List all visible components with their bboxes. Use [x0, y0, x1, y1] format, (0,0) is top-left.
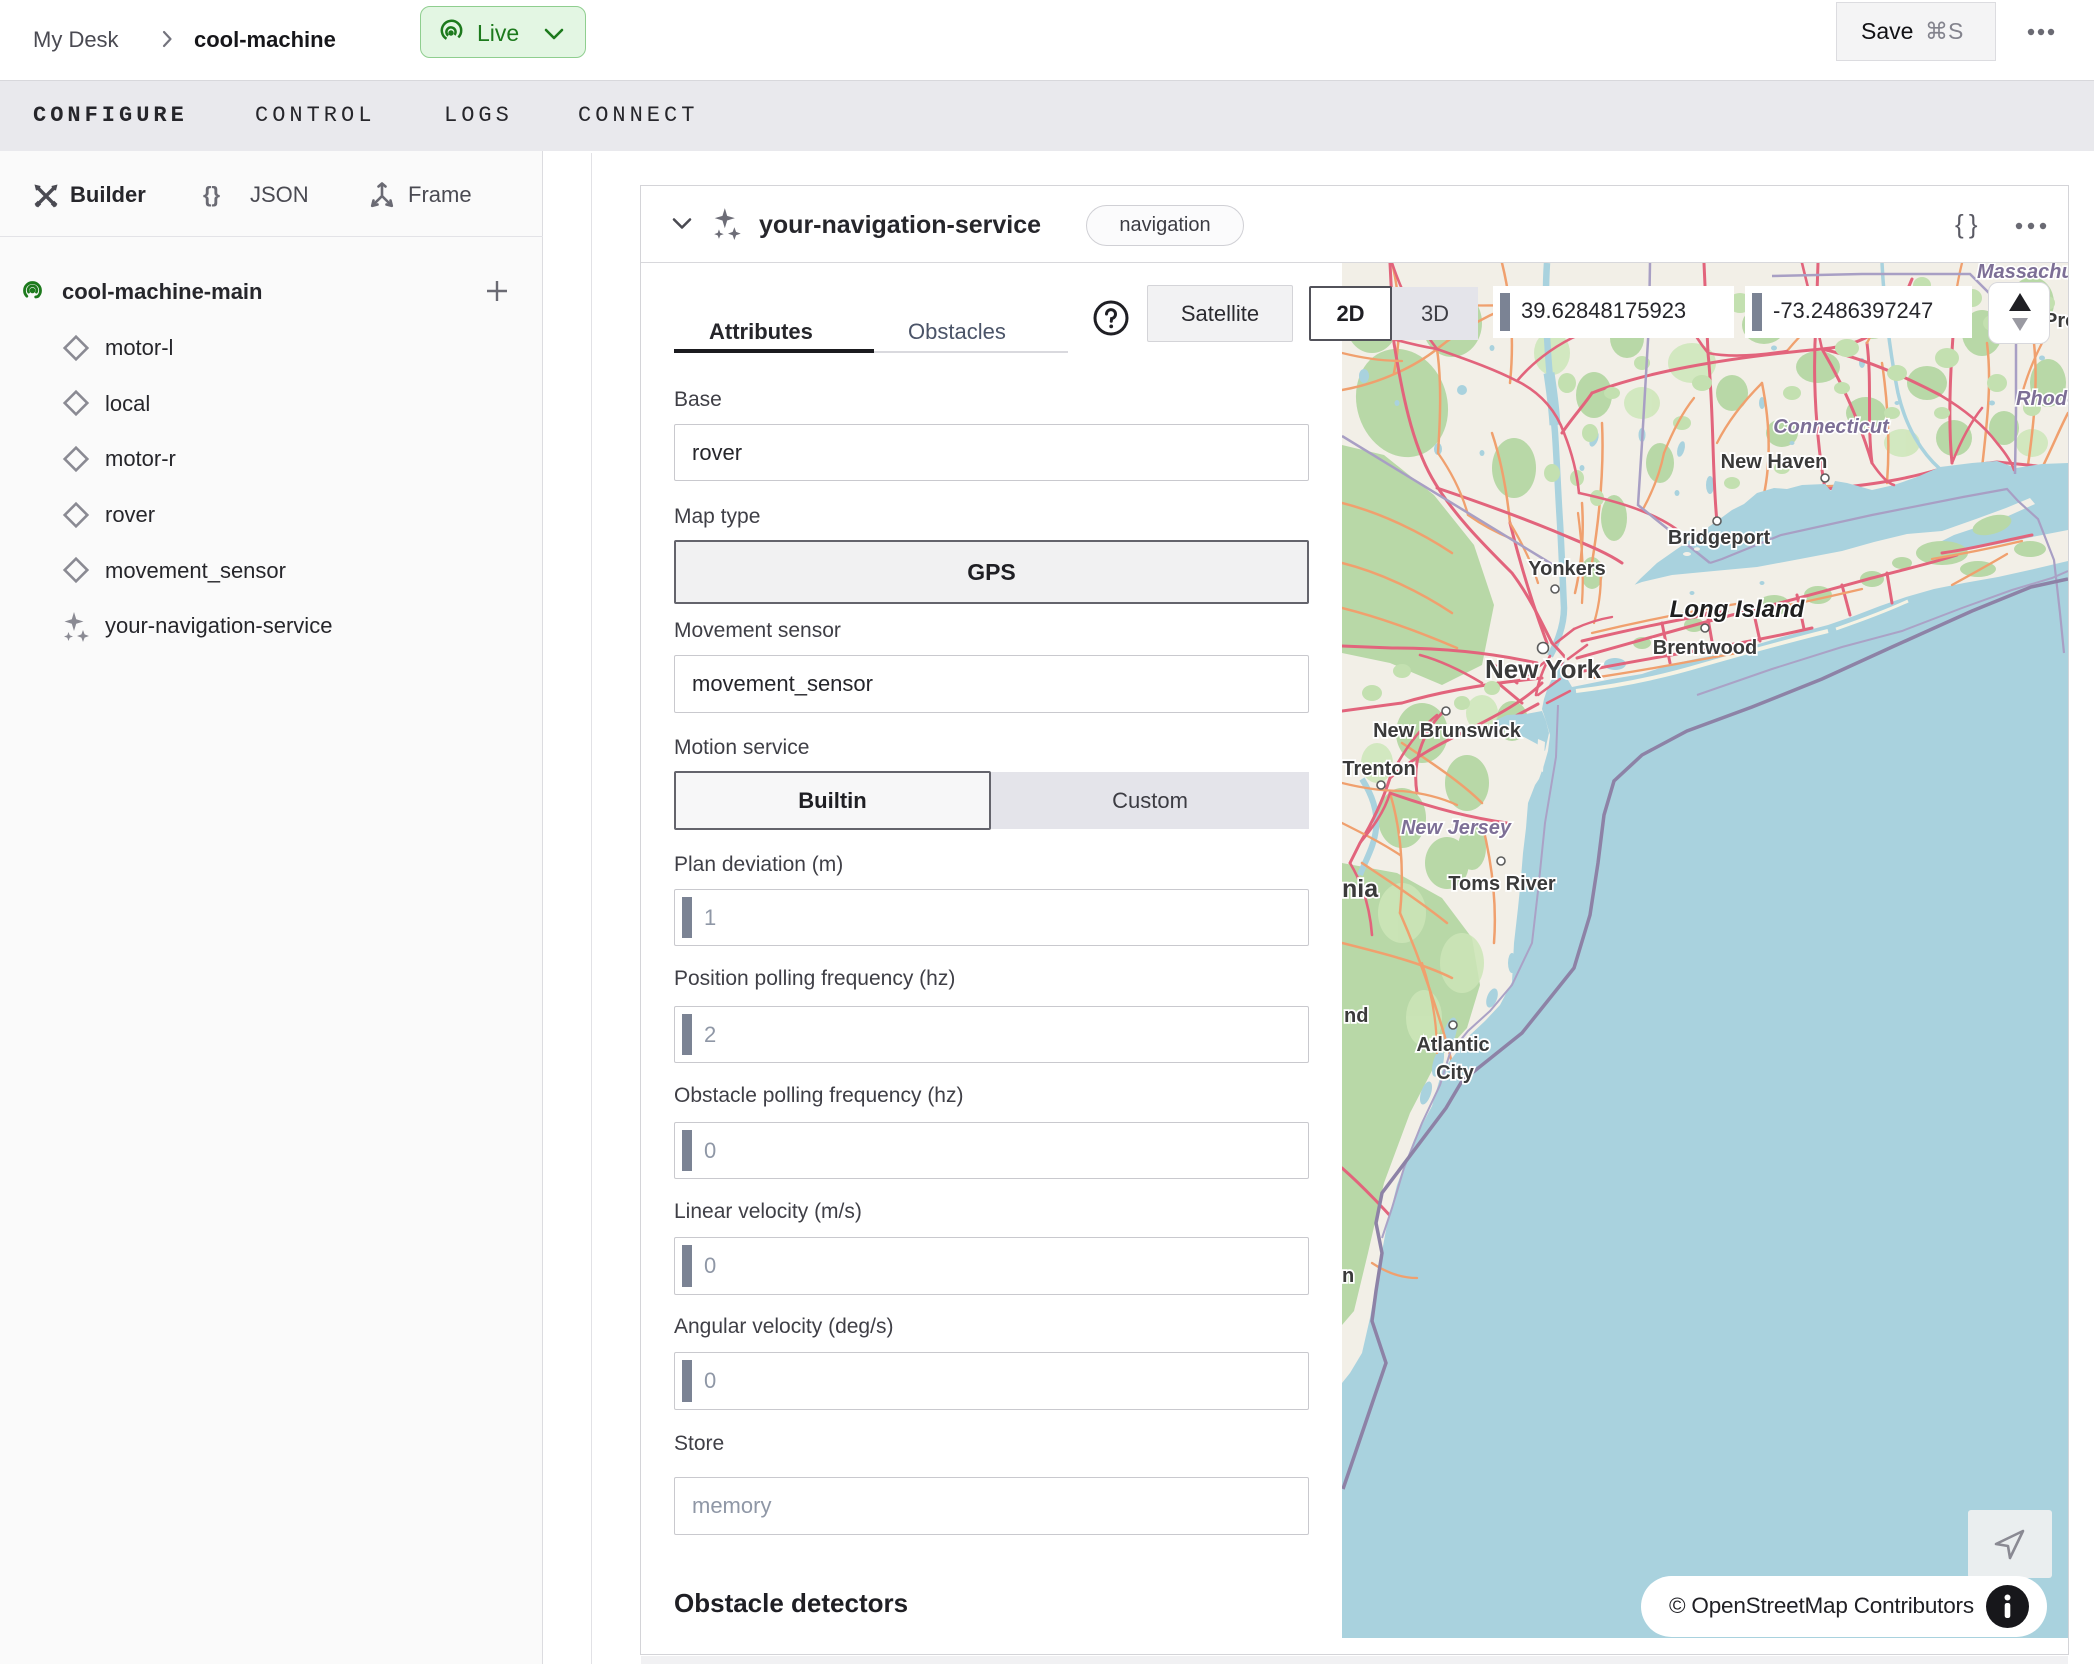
- svg-text:n: n: [1342, 1265, 1354, 1287]
- svg-text:Massachuse: Massachuse: [1977, 263, 2068, 283]
- svg-text:Long Island: Long Island: [1670, 596, 1806, 623]
- svg-text:Bridgeport: Bridgeport: [1668, 527, 1771, 549]
- svg-text:Toms River: Toms River: [1448, 873, 1556, 895]
- svg-text:Trenton: Trenton: [1342, 758, 1415, 780]
- svg-text:Brentwood: Brentwood: [1653, 637, 1757, 659]
- svg-text:nd: nd: [1344, 1005, 1368, 1027]
- svg-text:Connecticut: Connecticut: [1773, 416, 1890, 438]
- svg-text:Yonkers: Yonkers: [1528, 558, 1605, 580]
- svg-text:City: City: [1436, 1062, 1475, 1084]
- svg-text:Atlantic: Atlantic: [1416, 1034, 1489, 1056]
- svg-text:nia: nia: [1342, 875, 1379, 903]
- svg-text:Rhode: Rhode: [2016, 388, 2068, 410]
- svg-text:New Jersey: New Jersey: [1401, 817, 1512, 839]
- svg-text:New York: New York: [1485, 654, 1602, 684]
- svg-text:New Haven: New Haven: [1721, 451, 1828, 473]
- svg-text:New Brunswick: New Brunswick: [1373, 720, 1522, 742]
